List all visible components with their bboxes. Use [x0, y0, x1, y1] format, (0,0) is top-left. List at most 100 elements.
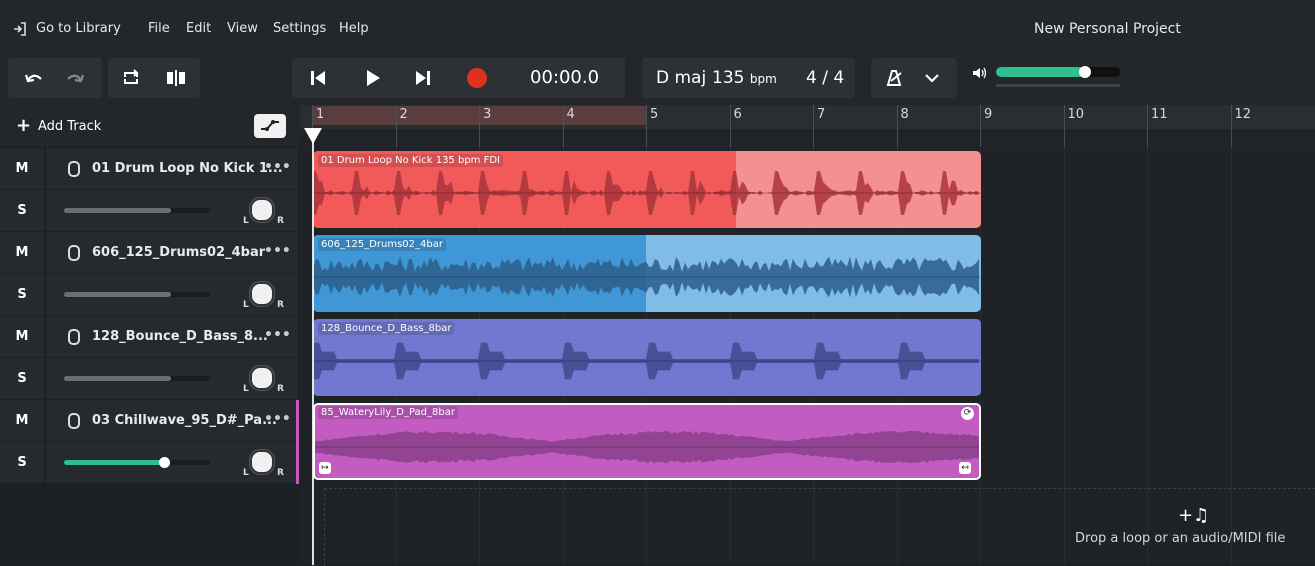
ruler-bar-number: 7: [817, 107, 826, 122]
add-track-row: + Add Track: [0, 105, 300, 147]
time-signature-display[interactable]: 4 / 4: [806, 58, 844, 98]
clip-label: 01 Drum Loop No Kick 135 bpm FDI: [318, 154, 503, 167]
clip-label: 128_Bounce_D_Bass_8bar: [318, 322, 455, 335]
tempo-display[interactable]: 135 bpm: [712, 58, 777, 98]
split-icon[interactable]: [166, 69, 186, 87]
undo-icon[interactable]: [25, 70, 43, 86]
tempo-value: 135: [712, 68, 745, 88]
ruler-bar-number: 10: [1067, 107, 1085, 122]
add-track-button[interactable]: Add Track: [38, 119, 101, 134]
waveform: [315, 430, 979, 464]
playhead-line: [312, 140, 314, 565]
mute-button[interactable]: M: [0, 148, 44, 189]
mute-button[interactable]: M: [0, 400, 44, 441]
redo-icon[interactable]: [66, 70, 84, 86]
master-volume-slider[interactable]: [996, 66, 1120, 78]
pan-right-label: R: [277, 384, 284, 394]
ruler-bar-number: 5: [650, 107, 659, 122]
ruler-tick: [1147, 105, 1148, 147]
add-music-note-icon: +♫: [1178, 505, 1210, 526]
track-volume-fill: [64, 292, 171, 297]
selected-track-indicator: [296, 400, 299, 484]
microphone-icon: [68, 245, 80, 261]
more-options-icon[interactable]: •••: [264, 232, 291, 273]
loop-clip-icon[interactable]: ⟳: [961, 407, 974, 420]
metronome-group: [871, 58, 957, 98]
ruler-tick: [646, 105, 647, 147]
ruler-tick: [395, 105, 397, 147]
pan-left-label: L: [243, 300, 249, 310]
menu-help[interactable]: Help: [339, 21, 369, 36]
ruler-bar-number: 9: [984, 107, 993, 122]
chevron-down-icon[interactable]: [924, 72, 940, 84]
master-volume-handle[interactable]: [1079, 66, 1091, 78]
pan-left-label: L: [243, 384, 249, 394]
track-name[interactable]: 01 Drum Loop No Kick 1...: [92, 148, 283, 189]
menu-settings[interactable]: Settings: [273, 21, 326, 36]
tempo-unit: bpm: [749, 72, 777, 86]
microphone-icon: [68, 161, 80, 177]
solo-button[interactable]: S: [0, 274, 44, 315]
master-volume-fill: [996, 67, 1085, 77]
volume-icon: [973, 67, 987, 79]
pan-right-label: R: [277, 300, 284, 310]
ruler-bar-number: 12: [1234, 107, 1252, 122]
ruler-tick: [729, 105, 731, 147]
mute-button[interactable]: M: [0, 316, 44, 357]
track-volume-handle[interactable]: [159, 457, 170, 468]
automation-toggle[interactable]: [254, 114, 286, 138]
pan-knob[interactable]: [250, 450, 274, 474]
fade-in-icon[interactable]: ↦: [319, 462, 331, 474]
pan-right-label: R: [277, 468, 284, 478]
track-name[interactable]: 128_Bounce_D_Bass_8...: [92, 316, 268, 357]
ruler-tick: [896, 105, 898, 147]
ruler-tick: [562, 105, 564, 147]
skip-to-start-icon[interactable]: [309, 69, 327, 87]
clip-label: 85_WateryLily_D_Pad_8bar: [318, 406, 458, 419]
ruler-subdivision: [300, 129, 1315, 147]
menu-edit[interactable]: Edit: [186, 21, 211, 36]
pan-knob[interactable]: [250, 282, 274, 306]
pan-right-label: R: [277, 216, 284, 226]
pan-knob[interactable]: [250, 366, 274, 390]
ruler-tick: [813, 105, 814, 147]
more-options-icon[interactable]: •••: [264, 148, 291, 189]
key-display[interactable]: D maj: [656, 58, 706, 98]
more-options-icon[interactable]: •••: [264, 316, 291, 357]
pan-left-label: L: [243, 216, 249, 226]
fade-out-icon[interactable]: ↤: [959, 462, 971, 474]
loop-icon[interactable]: [122, 69, 140, 87]
menu-file[interactable]: File: [148, 21, 170, 36]
microphone-icon: [68, 413, 80, 429]
ruler-bar-number: 6: [733, 107, 742, 122]
plus-icon: +: [16, 115, 32, 136]
metronome-icon[interactable]: [884, 69, 904, 87]
mute-button[interactable]: M: [0, 232, 44, 273]
record-icon[interactable]: [466, 67, 488, 89]
microphone-icon: [68, 329, 80, 345]
menu-view[interactable]: View: [227, 21, 258, 36]
ruler-tick: [1063, 105, 1065, 147]
level-meter: [996, 84, 1120, 87]
ruler-bar-number: 4: [566, 107, 575, 122]
menu-bar: Go to Library File Edit View Settings He…: [0, 0, 1315, 58]
track-name[interactable]: 03 Chillwave_95_D#_Pa...: [92, 400, 277, 441]
solo-button[interactable]: S: [0, 358, 44, 399]
go-to-library-icon: [14, 22, 26, 36]
pan-knob[interactable]: [250, 198, 274, 222]
drop-hint: Drop a loop or an audio/MIDI file: [1075, 531, 1286, 546]
track-volume-fill: [64, 208, 171, 213]
ruler-tick: [479, 105, 480, 147]
track-name[interactable]: 606_125_Drums02_4bar: [92, 232, 265, 273]
play-icon[interactable]: [364, 69, 382, 87]
skip-to-end-icon[interactable]: [414, 69, 432, 87]
solo-button[interactable]: S: [0, 190, 44, 231]
drop-zone[interactable]: [324, 488, 1315, 566]
go-to-library-button[interactable]: Go to Library: [36, 21, 121, 36]
more-options-icon[interactable]: •••: [264, 400, 291, 441]
track-volume-fill: [64, 460, 165, 465]
solo-button[interactable]: S: [0, 442, 44, 483]
ruler-tick: [1230, 105, 1232, 147]
waveform: [313, 256, 981, 298]
project-title: New Personal Project: [1034, 21, 1181, 37]
